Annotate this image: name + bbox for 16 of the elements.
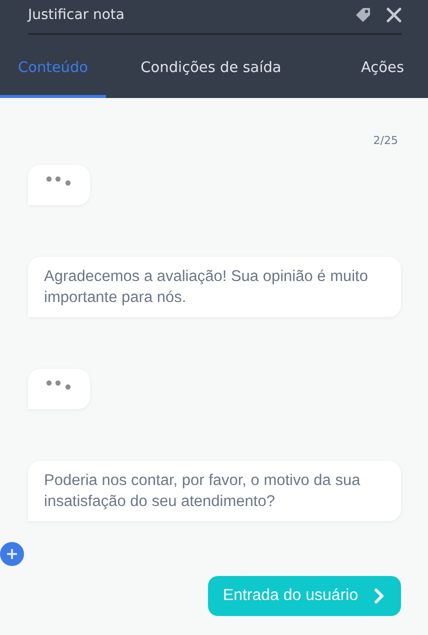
typing-dots-icon bbox=[46, 176, 72, 186]
page-counter: 2/25 bbox=[373, 134, 398, 148]
plus-icon bbox=[6, 548, 18, 560]
add-button[interactable] bbox=[0, 542, 24, 566]
chevron-right-icon bbox=[372, 588, 386, 604]
message-bubble[interactable]: Agradecemos a avaliação! Sua opinião é muito importante para nós. bbox=[28, 257, 401, 317]
tag-icon[interactable] bbox=[354, 6, 372, 24]
typing-dots-icon bbox=[46, 380, 72, 390]
close-icon[interactable] bbox=[386, 6, 402, 22]
message-bubble[interactable]: Poderia nos contar, por favor, o motivo da sua insatisfação do seu atendimento? bbox=[28, 461, 401, 521]
typing-indicator-bubble[interactable] bbox=[28, 165, 90, 205]
tab[interactable]: Conteúdo bbox=[0, 35, 106, 98]
typing-indicator-bubble[interactable] bbox=[28, 369, 90, 409]
tab[interactable]: Ações bbox=[316, 35, 428, 98]
tab[interactable]: Condições de saída bbox=[106, 35, 316, 98]
title-field[interactable]: Justificar nota bbox=[28, 6, 340, 22]
